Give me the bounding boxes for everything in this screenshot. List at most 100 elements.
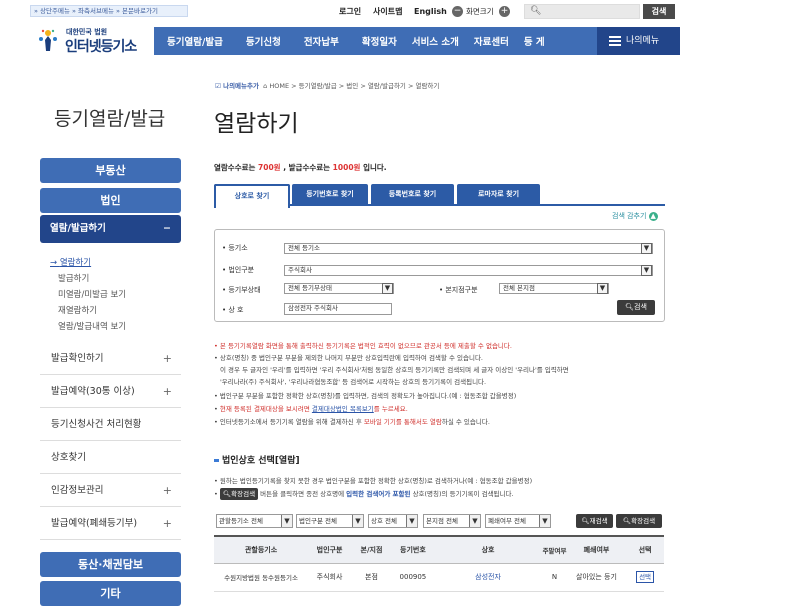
- filter-closed-value: 폐쇄여부 전체: [488, 517, 526, 525]
- nav-view-issue[interactable]: 등기열람/발급: [167, 34, 223, 48]
- re-search-label: 재검색: [589, 517, 608, 525]
- english-link[interactable]: English: [414, 5, 447, 19]
- sitemap-link[interactable]: 사이트맵: [373, 5, 402, 19]
- branch-select[interactable]: 전체 본지점 ▼: [499, 283, 609, 294]
- side-sub-view[interactable]: → 열람하기: [50, 256, 91, 268]
- note-3: 이 경우 두 글자인 '우리'를 입력하면 '우리 주식회사'처럼 동일한 상호…: [220, 366, 569, 374]
- registry-select[interactable]: 전체 등기소 ▼: [284, 243, 653, 254]
- site-logo[interactable]: 대한민국 법원 인터넷등기소: [37, 27, 147, 55]
- section-line-2-pre: 버튼을 클릭하면 종전 상호명에: [258, 490, 347, 498]
- section-line-2-mid: 입력한 검색어가 포함된: [346, 490, 411, 498]
- extended-search-button[interactable]: 🔍︎확장검색: [616, 514, 662, 528]
- nav-payment[interactable]: 전자납부: [304, 34, 339, 48]
- search-icon: 🔍︎: [581, 517, 590, 525]
- my-menu-button[interactable]: 나의메뉴: [597, 27, 680, 55]
- settle-list-link[interactable]: 결제대상법인 목록보기: [312, 405, 374, 413]
- top-strip: » 상단주메뉴 » 좌측서브메뉴 » 본문바로가기 로그인 사이트맵 Engli…: [0, 0, 800, 26]
- section-line-1: • 원하는 법인등기기록을 찾지 못한 경우 법인구분을 포함한 정확한 상호(…: [214, 477, 533, 485]
- home-icon[interactable]: ⌂: [263, 82, 267, 90]
- side-item-label: 발급확인하기: [51, 353, 104, 364]
- search-icon: 🔍︎: [625, 303, 634, 311]
- nav-apply[interactable]: 등기신청: [246, 34, 281, 48]
- extended-search-label: 확장검색: [631, 517, 656, 525]
- col-weekend: 주말여부: [542, 535, 567, 564]
- search-tabs: 상호로 찾기 등기번호로 찾기 등록번호로 찾기 로마자로 찾기: [214, 184, 665, 208]
- hamburger-icon: [609, 36, 621, 46]
- extended-search-inline-button[interactable]: 🔍︎확장검색: [219, 488, 259, 500]
- side-sub-issue[interactable]: 발급하기: [58, 272, 89, 284]
- side-item-reserve[interactable]: 발급예약(30통 이상) +: [40, 376, 181, 408]
- note-6-pre: 현재 등록된 결제대상을 보시려면: [219, 405, 312, 413]
- re-search-button[interactable]: 🔍︎재검색: [576, 514, 613, 528]
- side-etc[interactable]: 기타: [40, 581, 181, 606]
- cell-corp-type: 주식회사: [308, 563, 352, 592]
- filter-corp-type[interactable]: 법인구분 전체 ▼: [296, 514, 364, 528]
- collapse-search[interactable]: 검색 감추기 ▲: [612, 211, 658, 221]
- login-link[interactable]: 로그인: [339, 5, 361, 19]
- skip-links[interactable]: » 상단주메뉴 » 좌측서브메뉴 » 본문바로가기: [30, 5, 188, 17]
- filter-branch[interactable]: 본지점 전체 ▼: [423, 514, 481, 528]
- side-sub-review[interactable]: 재열람하기: [58, 304, 97, 316]
- col-select: 선택: [626, 535, 664, 564]
- cell-select: 선택: [626, 563, 664, 592]
- nav-resources[interactable]: 자료센터: [474, 34, 509, 48]
- side-item-closed-reserve[interactable]: 발급예약(폐쇄등기부) +: [40, 508, 181, 540]
- tab-by-roman[interactable]: 로마자로 찾기: [457, 184, 540, 206]
- cell-reg-no: 000905: [391, 563, 434, 592]
- corp-type-select[interactable]: 주식회사 ▼: [284, 265, 653, 276]
- registry-label: • 등기소: [222, 244, 248, 252]
- extended-search-inline-label: 확장검색: [231, 490, 256, 498]
- side-corp[interactable]: 법인: [40, 188, 181, 213]
- side-realestate[interactable]: 부동산: [40, 158, 181, 183]
- search-button[interactable]: 검색: [643, 4, 675, 19]
- filter-name[interactable]: 상호 전체 ▼: [368, 514, 418, 528]
- side-item-label: 상호찾기: [51, 452, 86, 463]
- zoom-in-icon[interactable]: +: [499, 6, 510, 17]
- search-icon: 🔍︎: [530, 6, 542, 16]
- checkbox-icon: ☑: [215, 82, 221, 90]
- section-line-2: • 🔍︎확장검색 버튼을 클릭하면 종전 상호명에 입력한 검색어가 포함된 상…: [214, 488, 514, 500]
- chevron-down-icon: ▼: [539, 515, 550, 527]
- section-line-2-post: 상호(명칭)의 등기기록이 검색됩니다.: [410, 490, 514, 498]
- nav-stats[interactable]: 등 게: [524, 34, 545, 48]
- status-select[interactable]: 전체 등기부상태 ▼: [284, 283, 394, 294]
- nav-fixed-date[interactable]: 확정일자: [362, 34, 397, 48]
- note-2-text: 상호(명칭) 중 법인구분 부분을 제외한 나머지 부분만 상호입력란에 입력하…: [219, 354, 483, 362]
- status-label: • 등기부상태: [222, 286, 261, 294]
- tab-by-reg-no[interactable]: 등기번호로 찾기: [292, 184, 368, 206]
- side-item-verify[interactable]: 발급확인하기 +: [40, 343, 181, 375]
- search-input[interactable]: 🔍︎: [524, 4, 640, 19]
- cell-name-link[interactable]: 삼성전자: [433, 563, 543, 592]
- filter-closed[interactable]: 폐쇄여부 전체 ▼: [485, 514, 551, 528]
- registry-value: 전체 등기소: [288, 244, 320, 252]
- zoom-out-icon[interactable]: −: [452, 6, 463, 17]
- note-1: • 본 등기기록열람 화면을 통해 출력하신 등기기록은 법적인 효력이 없으므…: [214, 342, 512, 350]
- form-search-button[interactable]: 🔍︎검색: [617, 300, 655, 315]
- branch-label-text: 본지점구분: [445, 286, 478, 294]
- side-item-name-search[interactable]: 상호찾기: [40, 442, 181, 474]
- side-sub-history[interactable]: 열람/발급내역 보기: [58, 320, 126, 332]
- note-2: • 상호(명칭) 중 법인구분 부분을 제외한 나머지 부분만 상호입력란에 입…: [214, 354, 483, 362]
- select-button[interactable]: 선택: [636, 571, 655, 583]
- note-7-mid: 모바일 기기를 통해서도 열람: [363, 418, 442, 426]
- note-5: • 법인구분 부분을 포함한 정확한 상호(명칭)를 입력하면, 검색의 정확도…: [214, 392, 517, 400]
- tab-by-biz-no[interactable]: 등록번호로 찾기: [371, 184, 454, 206]
- branch-label: • 본지점구분: [439, 286, 478, 294]
- court-emblem-icon: [39, 29, 57, 51]
- status-label-text: 등기부상태: [228, 286, 261, 294]
- side-section-active[interactable]: 열람/발급하기 −: [40, 215, 181, 243]
- side-sub-unviewed[interactable]: 미열람/미발급 보기: [58, 288, 126, 300]
- filter-registry[interactable]: 관할등기소 전체 ▼: [216, 514, 293, 528]
- nav-service[interactable]: 서비스 소개: [412, 34, 459, 48]
- side-item-status[interactable]: 등기신청사건 처리현황: [40, 409, 181, 441]
- cell-registry: 수원지방법원 동수원등기소: [214, 563, 309, 592]
- side-item-seal[interactable]: 인감정보관리 +: [40, 475, 181, 507]
- cell-closed: 살아있는 등기: [566, 563, 627, 592]
- name-input[interactable]: 삼성전자 주식회사: [284, 303, 392, 315]
- search-icon: 🔍︎: [622, 517, 632, 525]
- breadcrumb-path: HOME > 등기열람/발급 > 법인 > 열람/발급하기 > 열람하기: [269, 82, 440, 90]
- col-name: 상호: [433, 535, 543, 564]
- add-favorite-link[interactable]: ☑ 나의메뉴추가: [215, 82, 259, 90]
- side-movable[interactable]: 동산·채권담보: [40, 552, 181, 577]
- tab-by-name[interactable]: 상호로 찾기: [214, 184, 290, 208]
